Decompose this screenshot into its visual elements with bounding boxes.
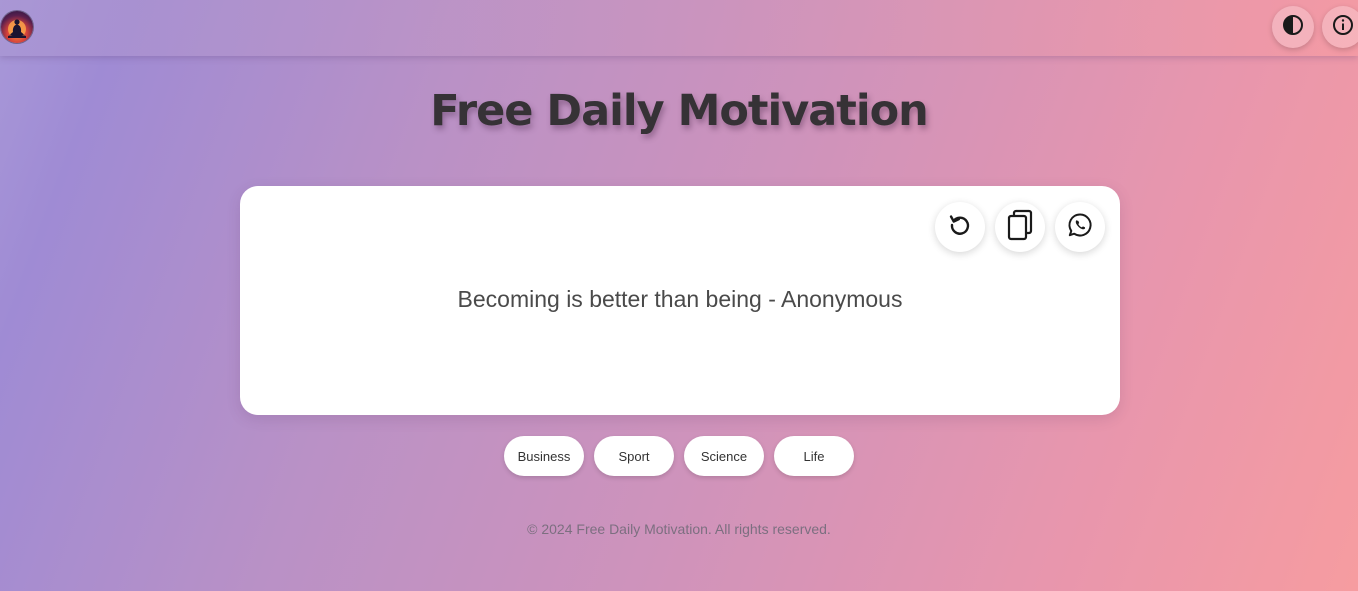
- category-sport-button[interactable]: Sport: [594, 436, 674, 476]
- contrast-icon: [1282, 14, 1304, 41]
- refresh-icon: [947, 212, 973, 243]
- category-business-button[interactable]: Business: [504, 436, 584, 476]
- page-title: Free Daily Motivation: [430, 86, 928, 136]
- whatsapp-icon: [1067, 212, 1093, 243]
- category-list: Business Sport Science Life: [0, 436, 1358, 476]
- info-icon: [1332, 14, 1354, 41]
- meditation-logo-icon[interactable]: [1, 11, 33, 43]
- quote-card: Becoming is better than being - Anonymou…: [240, 186, 1120, 415]
- info-button[interactable]: [1322, 6, 1358, 48]
- category-life-button[interactable]: Life: [774, 436, 854, 476]
- category-science-button[interactable]: Science: [684, 436, 764, 476]
- top-bar: [0, 0, 1358, 56]
- footer-copyright: © 2024 Free Daily Motivation. All rights…: [527, 521, 831, 537]
- refresh-quote-button[interactable]: [935, 202, 985, 252]
- quote-text: Becoming is better than being - Anonymou…: [457, 286, 903, 312]
- theme-toggle-button[interactable]: [1272, 6, 1314, 48]
- copy-quote-button[interactable]: [995, 202, 1045, 252]
- share-whatsapp-button[interactable]: [1055, 202, 1105, 252]
- copy-icon: [1006, 209, 1034, 246]
